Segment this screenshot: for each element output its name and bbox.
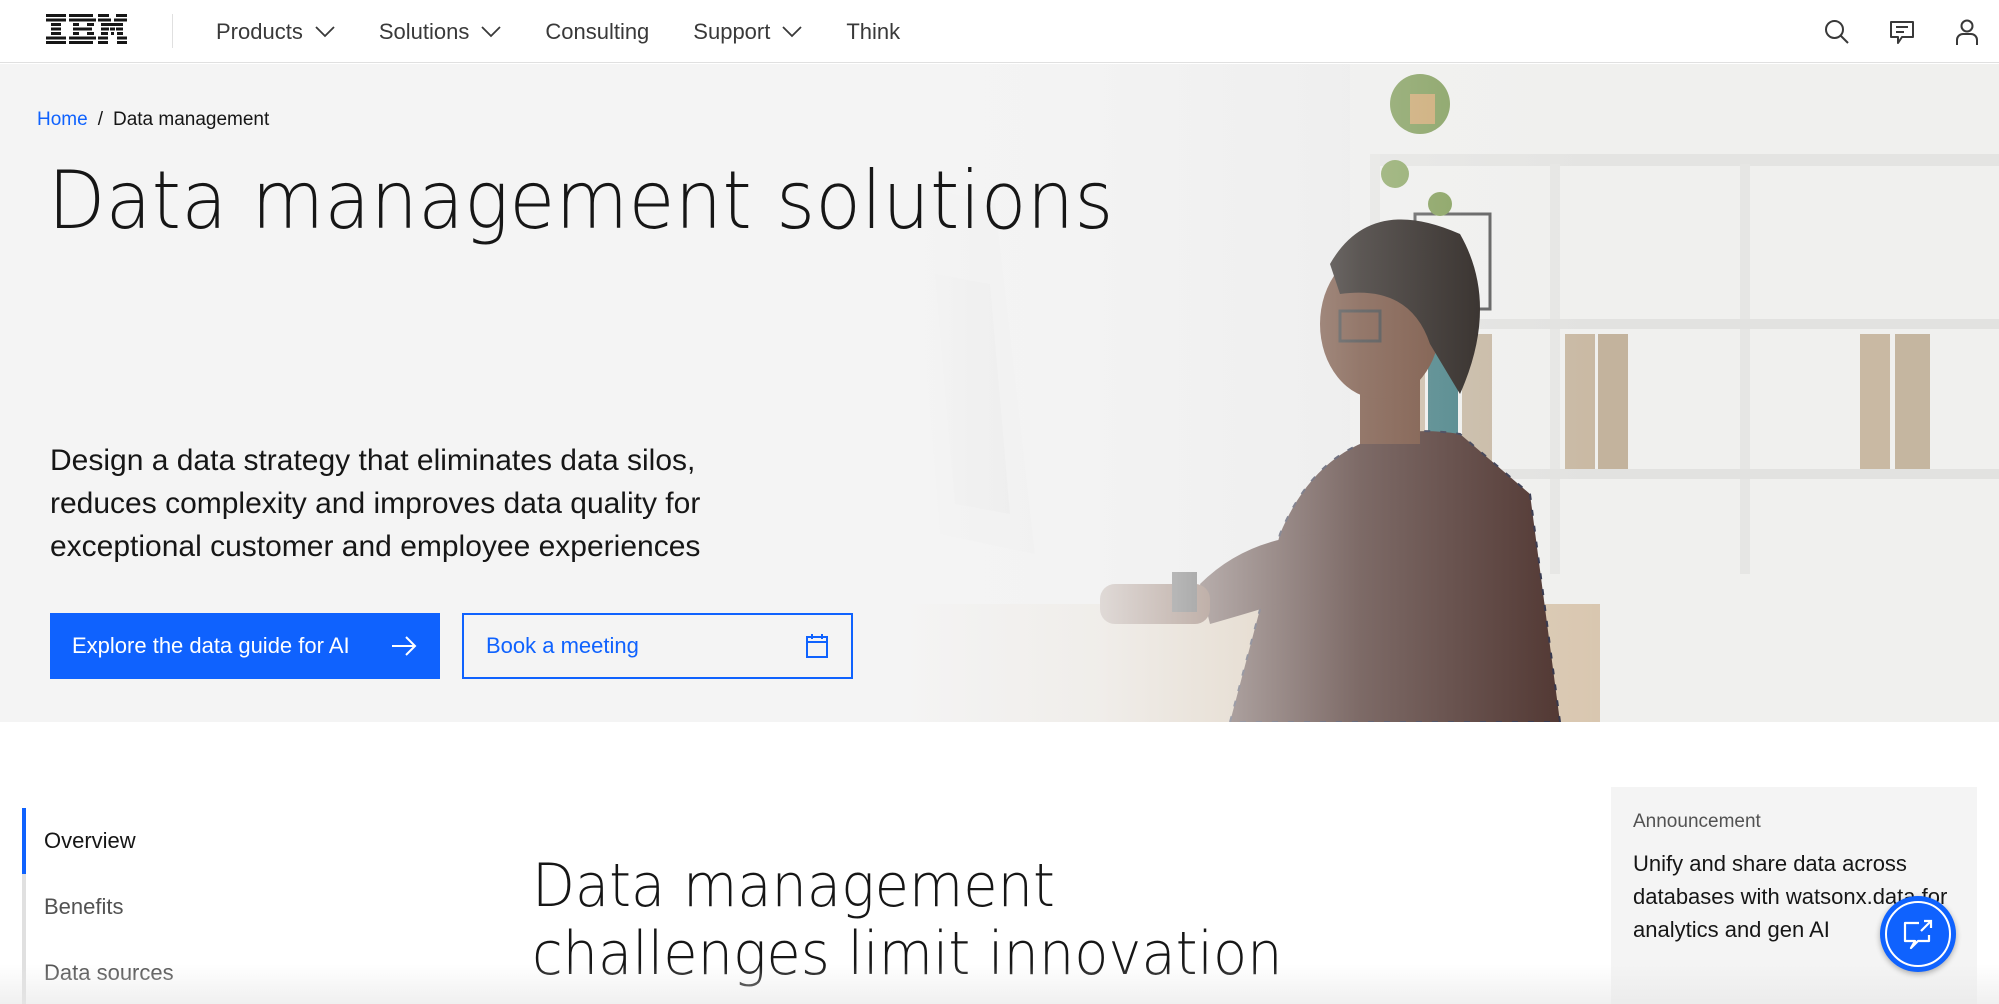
user-icon: [1955, 19, 1978, 45]
breadcrumb: Home / Data management: [37, 109, 269, 131]
masthead: Products Solutions Consulting Support Th…: [0, 0, 1999, 63]
hero: Home / Data management Data management s…: [0, 64, 1999, 722]
nav-item-think[interactable]: Think: [830, 0, 916, 63]
launch-chat-icon: [1903, 919, 1933, 950]
chevron-down-icon: [481, 25, 501, 37]
nav-item-label: Think: [846, 18, 901, 44]
chevron-down-icon: [782, 25, 802, 37]
button-label: Explore the data guide for AI: [72, 633, 350, 658]
section-title: Data management challenges limit innovat…: [532, 851, 1283, 989]
book-meeting-button[interactable]: Book a meeting: [462, 613, 853, 679]
button-label: Book a meeting: [486, 633, 639, 658]
breadcrumb-current: Data management: [112, 109, 270, 130]
nav-item-label: Products: [216, 18, 303, 44]
toc-item-benefits[interactable]: Benefits: [44, 894, 124, 920]
page-title: Data management solutions: [48, 154, 1114, 247]
logo-divider: [172, 14, 173, 48]
breadcrumb-separator: /: [97, 109, 103, 130]
nav-item-consulting[interactable]: Consulting: [529, 0, 665, 63]
nav-item-label: Support: [693, 18, 771, 44]
chat-launcher-button[interactable]: [1880, 896, 1956, 972]
nav-item-solutions[interactable]: Solutions: [363, 0, 518, 63]
nav-item-support[interactable]: Support: [677, 0, 818, 63]
search-icon: [1824, 19, 1849, 44]
nav-item-products[interactable]: Products: [200, 0, 351, 63]
calendar-icon: [806, 634, 828, 658]
chevron-down-icon: [315, 25, 335, 37]
masthead-actions: [1804, 0, 1999, 63]
breadcrumb-home-link[interactable]: Home: [37, 109, 88, 131]
main-nav: Products Solutions Consulting Support Th…: [200, 0, 928, 63]
toc-active-indicator: [22, 808, 26, 874]
hero-description: Design a data strategy that eliminates d…: [50, 444, 701, 563]
explore-data-guide-button[interactable]: Explore the data guide for AI: [50, 613, 440, 679]
arrow-right-icon: [392, 636, 417, 656]
chat-icon: [1889, 20, 1914, 44]
profile-button[interactable]: [1934, 0, 1999, 63]
nav-item-label: Consulting: [545, 18, 650, 44]
announcement-label: Announcement: [1633, 811, 1761, 832]
toc-item-overview[interactable]: Overview: [44, 828, 136, 854]
nav-item-label: Solutions: [378, 18, 470, 44]
contact-button[interactable]: [1869, 0, 1934, 63]
toc-item-data-sources[interactable]: Data sources: [44, 960, 174, 986]
ibm-logo[interactable]: [46, 14, 127, 46]
search-button[interactable]: [1804, 0, 1869, 63]
